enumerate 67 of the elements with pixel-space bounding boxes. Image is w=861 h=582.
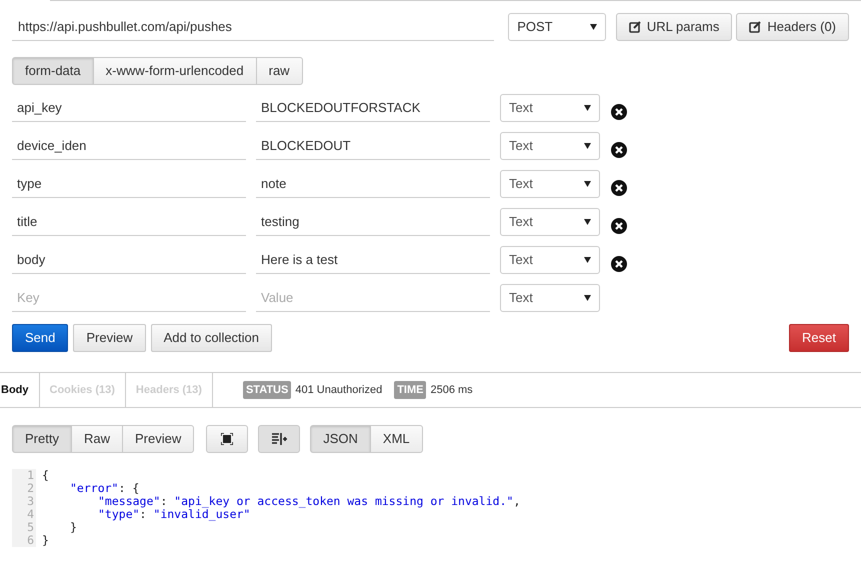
code-line: "type": "invalid_user" — [97, 508, 252, 521]
key-field[interactable]: body — [12, 246, 246, 274]
toolbar-button[interactable]: URL params — [616, 13, 732, 41]
type-select[interactable]: Text — [500, 208, 600, 236]
segment-tab[interactable]: JSON — [310, 425, 371, 453]
line-number: 4 — [27, 508, 34, 521]
key-field[interactable]: api_key — [12, 94, 246, 122]
caret-icon — [584, 143, 591, 149]
key-field[interactable]: type — [12, 170, 246, 198]
caret-icon — [584, 181, 591, 187]
action-button[interactable]: Reset — [789, 324, 849, 352]
segment-tab[interactable]: form-data — [12, 57, 94, 85]
code-line: } — [42, 534, 50, 547]
value-field[interactable]: testing — [256, 208, 490, 236]
action-button[interactable]: Preview — [73, 324, 146, 352]
caret-icon — [590, 24, 597, 30]
value-field[interactable]: BLOCKEDOUT — [256, 132, 490, 160]
caret-icon — [584, 219, 591, 225]
value-field[interactable]: BLOCKEDOUTFORSTACK — [256, 94, 490, 122]
response-tab[interactable]: Body — [0, 373, 40, 407]
edit-icon — [749, 21, 762, 33]
url-field[interactable]: https://api.pushbullet.com/api/pushes — [12, 13, 494, 41]
segment-tab[interactable]: XML — [370, 425, 423, 453]
code-line: { — [42, 469, 50, 482]
status-value: 401 Unauthorized — [295, 382, 382, 398]
line-number: 1 — [27, 469, 34, 482]
caret-icon — [584, 295, 591, 301]
remove-icon[interactable] — [611, 256, 627, 272]
line-number: 5 — [27, 521, 34, 534]
type-select[interactable]: Text — [500, 246, 600, 274]
method-select[interactable]: POST — [508, 13, 606, 41]
type-select[interactable]: Text — [500, 284, 600, 312]
time-label: TIME — [394, 380, 426, 400]
segment-tab[interactable]: Raw — [70, 425, 123, 453]
line-number: 3 — [27, 495, 34, 508]
key-field[interactable]: device_iden — [12, 132, 246, 160]
caret-icon — [584, 257, 591, 263]
line-number: 6 — [27, 534, 34, 547]
key-field[interactable]: title — [12, 208, 246, 236]
value-field[interactable]: note — [256, 170, 490, 198]
code-line: } — [69, 521, 78, 534]
type-select[interactable]: Text — [500, 170, 600, 198]
remove-icon[interactable] — [611, 142, 627, 158]
edit-icon — [628, 21, 641, 33]
type-select[interactable]: Text — [500, 94, 600, 122]
segment-tab[interactable]: x-www-form-urlencoded — [92, 57, 257, 85]
remove-icon[interactable] — [611, 218, 627, 234]
toolbar-button[interactable]: Headers (0) — [736, 13, 849, 41]
line-number: 2 — [27, 482, 34, 495]
value-field[interactable]: Here is a test — [256, 246, 490, 274]
code-line: "message": "api_key or access_token was missing or invalid.", — [97, 495, 520, 508]
code-line: "error": { — [69, 482, 140, 495]
fullscreen-icon — [221, 433, 234, 445]
fullscreen-button[interactable] — [206, 425, 248, 453]
type-select[interactable]: Text — [500, 132, 600, 160]
status-label: STATUS — [242, 380, 292, 400]
wrap-lines-icon — [271, 432, 288, 446]
segment-tab[interactable]: raw — [256, 57, 303, 85]
action-button[interactable]: Send — [12, 324, 68, 352]
segment-tab[interactable]: Pretty — [12, 425, 72, 453]
time-value: 2506 ms — [430, 382, 473, 398]
wrap-button[interactable] — [258, 425, 300, 453]
remove-icon[interactable] — [611, 104, 627, 120]
segment-tab[interactable]: Preview — [122, 425, 194, 453]
action-button[interactable]: Add to collection — [150, 324, 272, 352]
caret-icon — [584, 105, 591, 111]
remove-icon[interactable] — [611, 180, 627, 196]
